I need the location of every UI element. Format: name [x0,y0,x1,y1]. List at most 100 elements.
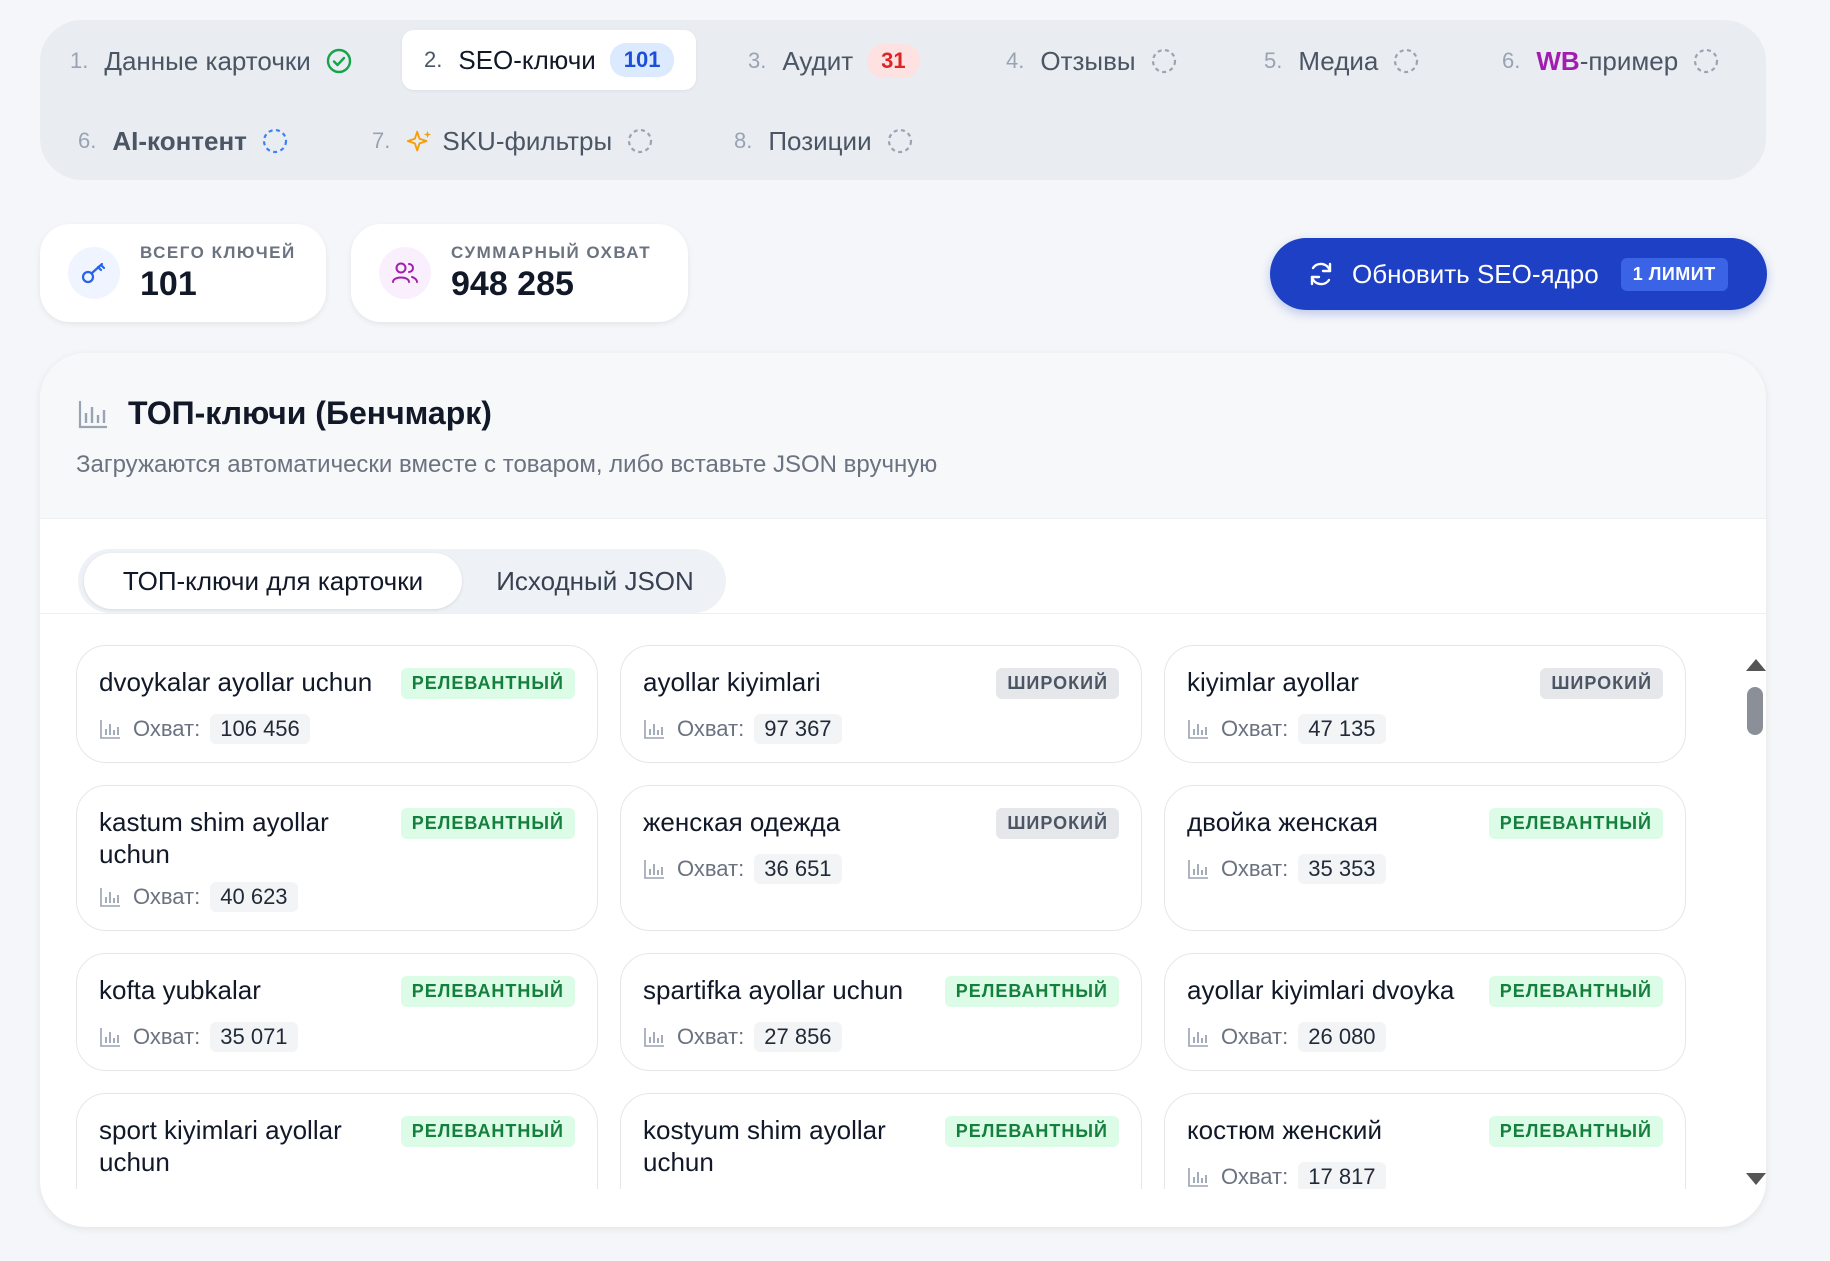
keyword-card[interactable]: kostyum shim ayollar uchun РЕЛЕВАНТНЫЙ [620,1093,1142,1189]
refresh-seo-core-button[interactable]: Обновить SEO-ядро 1 ЛИМИТ [1270,238,1767,310]
bar-chart-icon [643,718,665,740]
keyword-card[interactable]: kastum shim ayollar uchun РЕЛЕВАНТНЫЙ Ох… [76,785,598,931]
refresh-icon [1306,259,1336,289]
keyword-card[interactable]: костюм женский РЕЛЕВАНТНЫЙ Охват: 17 817 [1164,1093,1686,1189]
keyword-card[interactable]: sport kiyimlari ayollar uchun РЕЛЕВАНТНЫ… [76,1093,598,1189]
keyword-card[interactable]: spartifka ayollar uchun РЕЛЕВАНТНЫЙ Охва… [620,953,1142,1071]
bar-chart-icon [76,397,110,431]
keyword-card[interactable]: двойка женская РЕЛЕВАНТНЫЙ Охват: 35 353 [1164,785,1686,931]
pending-circle-icon [626,127,654,155]
keyword-text: kofta yubkalar [99,975,261,1005]
reach-label: Охват: [1221,856,1289,881]
reach-row: Охват: 35 071 [99,1022,298,1052]
keyword-card[interactable]: dvoykalar ayollar uchun РЕЛЕВАНТНЫЙ Охва… [76,645,598,763]
keyword-text: двойка женская [1187,807,1379,837]
keyword-card[interactable]: ayollar kiyimlari dvoyka РЕЛЕВАНТНЫЙ Охв… [1164,953,1686,1071]
bar-chart-icon [643,858,665,880]
relevance-tag: ШИРОКИЙ [1540,668,1663,699]
count-badge: 101 [609,43,675,77]
relevance-tag: ШИРОКИЙ [996,808,1119,839]
step-number: 4. [1006,48,1025,73]
users-icon [379,247,431,299]
pending-circle-icon [1392,47,1420,75]
tab-seo-keys[interactable]: 2. SEO-ключи 101 [402,30,697,90]
reach-value: 47 135 [1298,714,1386,744]
tab-positions[interactable]: 8. Позиции [734,112,914,170]
reach-label: Охват: [1221,1024,1289,1049]
tab-label: SEO-ключи [458,44,596,75]
tab-source-json[interactable]: Исходный JSON [470,553,720,609]
scroll-up-arrow[interactable] [1746,659,1766,671]
keyword-card[interactable]: ayollar kiyimlari ШИРОКИЙ Охват: 97 367 [620,645,1142,763]
relevance-tag: РЕЛЕВАНТНЫЙ [944,976,1119,1007]
keyword-text: ayollar kiyimlari dvoyka [1187,975,1455,1005]
relevance-tag: РЕЛЕВАНТНЫЙ [1488,808,1663,839]
reach-value: 97 367 [754,714,842,744]
bar-chart-icon [99,886,121,908]
reach-value: 27 856 [754,1022,842,1052]
tab-wb-example[interactable]: 6. WB-пример [1502,32,1720,90]
step-number: 6. [78,128,97,153]
keyword-text: sport kiyimlari ayollar uchun [99,1115,342,1177]
tab-reviews[interactable]: 4. Отзывы [1006,32,1178,90]
bar-chart-icon [1187,858,1209,880]
keyword-text: kiyimlar ayollar [1187,667,1359,697]
keyword-card[interactable]: kiyimlar ayollar ШИРОКИЙ Охват: 47 135 [1164,645,1686,763]
tab-audit[interactable]: 3. Аудит 31 [748,32,920,90]
reach-value: 35 071 [210,1022,298,1052]
step-tabs-bar: 1. Данные карточки 2. SEO-ключи 101 3. А… [40,20,1766,180]
pending-circle-icon [1150,47,1178,75]
view-switch: ТОП-ключи для карточки Исходный JSON [78,549,726,613]
pending-circle-icon [886,127,914,155]
tab-label: SKU-фильтры [442,125,613,156]
step-number: 6. [1502,48,1521,73]
reach-row: Охват: 47 135 [1187,714,1386,744]
bar-chart-icon [1187,1166,1209,1188]
scroll-down-arrow[interactable] [1746,1173,1766,1185]
bar-chart-icon [99,1026,121,1048]
keyword-card[interactable]: kofta yubkalar РЕЛЕВАНТНЫЙ Охват: 35 071 [76,953,598,1071]
keyword-text: dvoykalar ayollar uchun [99,667,373,697]
reach-row: Охват: 27 856 [643,1022,842,1052]
tab-label: Аудит [782,45,854,76]
step-number: 2. [424,47,443,72]
reach-label: Охват: [677,1024,745,1049]
tab-sku-filters[interactable]: 7. SKU-фильтры [372,112,654,170]
refresh-button-label: Обновить SEO-ядро [1352,258,1599,289]
reach-label: Охват: [133,884,201,909]
reach-value: 17 817 [1298,1162,1386,1189]
keyword-text: женская одежда [643,807,841,837]
panel-subtitle: Загружаются автоматически вместе с товар… [76,451,938,478]
reach-row: Охват: 40 623 [99,882,298,912]
relevance-tag: ШИРОКИЙ [996,668,1119,699]
stat-caption: СУММАРНЫЙ ОХВАТ [451,242,652,262]
tab-label: Данные карточки [104,45,311,76]
reach-value: 40 623 [210,882,298,912]
divider [40,613,1766,614]
tab-card-data[interactable]: 1. Данные карточки [70,32,353,90]
step-number: 7. [372,128,391,153]
keyword-text: костюм женский [1187,1115,1382,1145]
tab-media[interactable]: 5. Медиа [1264,32,1420,90]
bar-chart-icon [643,1026,665,1048]
reach-row: Охват: 36 651 [643,854,842,884]
tab-ai-content[interactable]: 6. AI-контент [78,112,289,170]
keyword-text: ayollar kiyimlari [643,667,821,697]
keyword-card[interactable]: женская одежда ШИРОКИЙ Охват: 36 651 [620,785,1142,931]
reach-label: Охват: [1221,1164,1289,1189]
scrollbar-thumb[interactable] [1747,687,1763,735]
reach-label: Охват: [1221,716,1289,741]
reach-label: Охват: [677,856,745,881]
tab-label: Медиа [1298,45,1379,76]
relevance-tag: РЕЛЕВАНТНЫЙ [400,1116,575,1147]
step-number: 5. [1264,48,1283,73]
reach-value: 26 080 [1298,1022,1386,1052]
relevance-tag: РЕЛЕВАНТНЫЙ [1488,1116,1663,1147]
limit-badge: 1 ЛИМИТ [1620,257,1728,291]
relevance-tag: РЕЛЕВАНТНЫЙ [400,976,575,1007]
tab-top-keys[interactable]: ТОП-ключи для карточки [84,553,462,609]
keyword-text: kastum shim ayollar uchun [99,807,329,869]
panel-header: ТОП-ключи (Бенчмарк) Загружаются автомат… [40,353,1766,519]
top-keys-panel: ТОП-ключи (Бенчмарк) Загружаются автомат… [40,353,1766,1227]
bar-chart-icon [1187,718,1209,740]
